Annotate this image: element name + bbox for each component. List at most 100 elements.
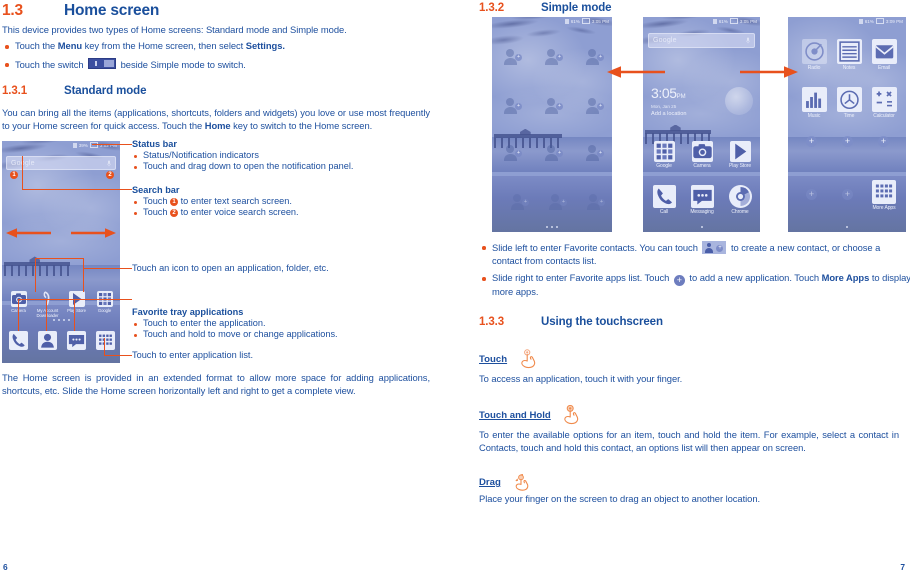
contact-slot[interactable]: + [503,49,522,65]
standard-paragraph-home-key: Home [204,119,231,131]
clock-widget[interactable]: 3:05PM Mon, Jan 25 Add a location [651,85,753,117]
callout-badge-2: 2 [106,171,114,179]
app-music[interactable]: Music [798,87,830,119]
contact-slot[interactable]: + [585,49,604,65]
add-app-slot[interactable]: + [878,136,889,147]
signal-icon [712,18,717,24]
subsection-title: Simple mode [541,2,612,14]
dot [551,226,553,228]
contact-slot[interactable]: + [585,98,604,114]
contacts-icon [38,331,57,350]
signal-icon [72,142,77,148]
leader-line-status-bar [92,144,132,146]
app-label: Email [877,65,890,71]
leader-line-tray-v1 [18,299,20,331]
contact-slot[interactable]: + [586,194,605,210]
inline-badge-2: 2 [170,209,179,218]
app-radio[interactable]: Radio [798,39,830,71]
app-camera[interactable]: Camera [686,141,718,169]
slide-right-arrow-icon [740,66,798,78]
app-play-store[interactable]: Play Store [63,291,90,313]
app-label: Camera [693,163,711,169]
swipe-right-arrow-icon [71,228,116,238]
gesture-name: Drag [479,477,501,488]
app-more-apps[interactable]: More Apps [868,180,900,211]
contact-slot[interactable]: + [585,145,604,161]
bullet-bold-more-apps: More Apps [821,272,870,283]
callout-item-post: to enter text search screen. [178,196,292,206]
app-calculator[interactable]: Calculator [868,87,900,119]
app-messaging[interactable]: Messaging [686,185,718,215]
app-label: Play Store [67,308,86,313]
dot [57,319,60,321]
page-indicator-dots [788,226,906,228]
app-label: Call [659,209,669,215]
page-indicator-dots [643,226,760,228]
add-contact-icon: + [597,103,604,110]
microphone-icon[interactable] [107,160,111,167]
contact-slot[interactable]: + [548,194,567,210]
add-app-slot[interactable]: + [842,136,853,147]
add-contact-icon: + [556,150,563,157]
app-notes[interactable]: Notes [833,39,865,71]
add-app-slot[interactable]: + [806,136,817,147]
add-contact-icon: + [515,54,522,61]
app-call[interactable]: Call [648,185,680,215]
left-page: 1.3 Home screen This device provides two… [0,0,455,579]
microphone-icon[interactable] [746,37,750,44]
clock-ampm: PM [676,94,686,100]
app-time[interactable]: Time [833,87,865,119]
app-google-folder[interactable]: Google [91,291,118,313]
dot [546,226,548,228]
music-icon [801,87,827,112]
app-label: Chrome [731,209,749,215]
favorite-contacts-grid: + + + + + + + + + + + + [492,17,612,232]
subsection-number: 1.3.3 [479,316,505,328]
google-search-bar[interactable]: Google [648,33,755,48]
add-app-slot[interactable]: + [842,189,853,200]
battery-percent: 61% [864,18,874,24]
phone-screenshot-favorite-contacts: 61% 3:05 PM + + + + + + + + + + + + [492,17,612,232]
app-google-folder[interactable]: Google [648,141,680,169]
closing-paragraph: The Home screen is provided in an extend… [2,372,430,396]
callout-status-bar: Status bar Status/Notification indicator… [132,139,432,173]
contact-slot[interactable]: + [503,98,522,114]
leader-line-icon-v2 [83,258,85,292]
leader-line-applist-h [104,355,132,357]
app-my-account[interactable]: My Account Downloader [34,291,61,318]
tray-app-list[interactable] [93,331,118,350]
app-list-icon [96,331,115,350]
dot [556,226,558,228]
contact-slot[interactable]: + [544,49,563,65]
contact-slot[interactable]: + [544,98,563,114]
callout-item-post: to enter voice search screen. [178,207,299,218]
contact-slot[interactable]: + [503,145,522,161]
app-label: Google [656,163,672,169]
phone-screenshot-simple-home: 61% 3:05 PM Google 3:05PM Mon, Jan 25 Ad… [643,17,760,232]
bullet-slide-right-apps: Slide right to enter Favorite apps list.… [479,272,910,299]
contact-slot[interactable]: + [510,194,529,210]
contact-slot[interactable]: + [544,145,563,161]
bullet-slide-left-contacts: Slide left to enter Favorite contacts. Y… [479,241,910,267]
app-email[interactable]: Email [868,39,900,71]
app-chrome[interactable]: Chrome [724,185,756,215]
dot [52,319,55,321]
gesture-touch-description: To access an application, touch it with … [479,373,683,384]
subsection-heading-simple-mode: 1.3.2 Simple mode [479,2,899,14]
callout-item: Status/Notification indicators [132,150,432,161]
tray-phone[interactable] [6,331,31,350]
app-play-store[interactable]: Play Store [724,141,756,169]
app-label: Music [807,113,821,119]
pier [4,256,71,277]
new-contact-icon: + [702,241,727,254]
phone-icon [9,331,28,350]
tray-messaging[interactable] [64,331,89,350]
bullet-settings-bold: Settings. [245,40,285,51]
callout-title: Favorite tray applications [132,307,244,317]
tray-contacts[interactable] [35,331,60,350]
add-app-slot[interactable]: + [806,189,817,200]
app-list-icon [872,180,896,204]
callout-search-bar: Search bar Touch 1 to enter text search … [132,185,432,219]
subsection-number: 1.3.1 [2,85,28,97]
touch-hand-icon [518,349,540,374]
